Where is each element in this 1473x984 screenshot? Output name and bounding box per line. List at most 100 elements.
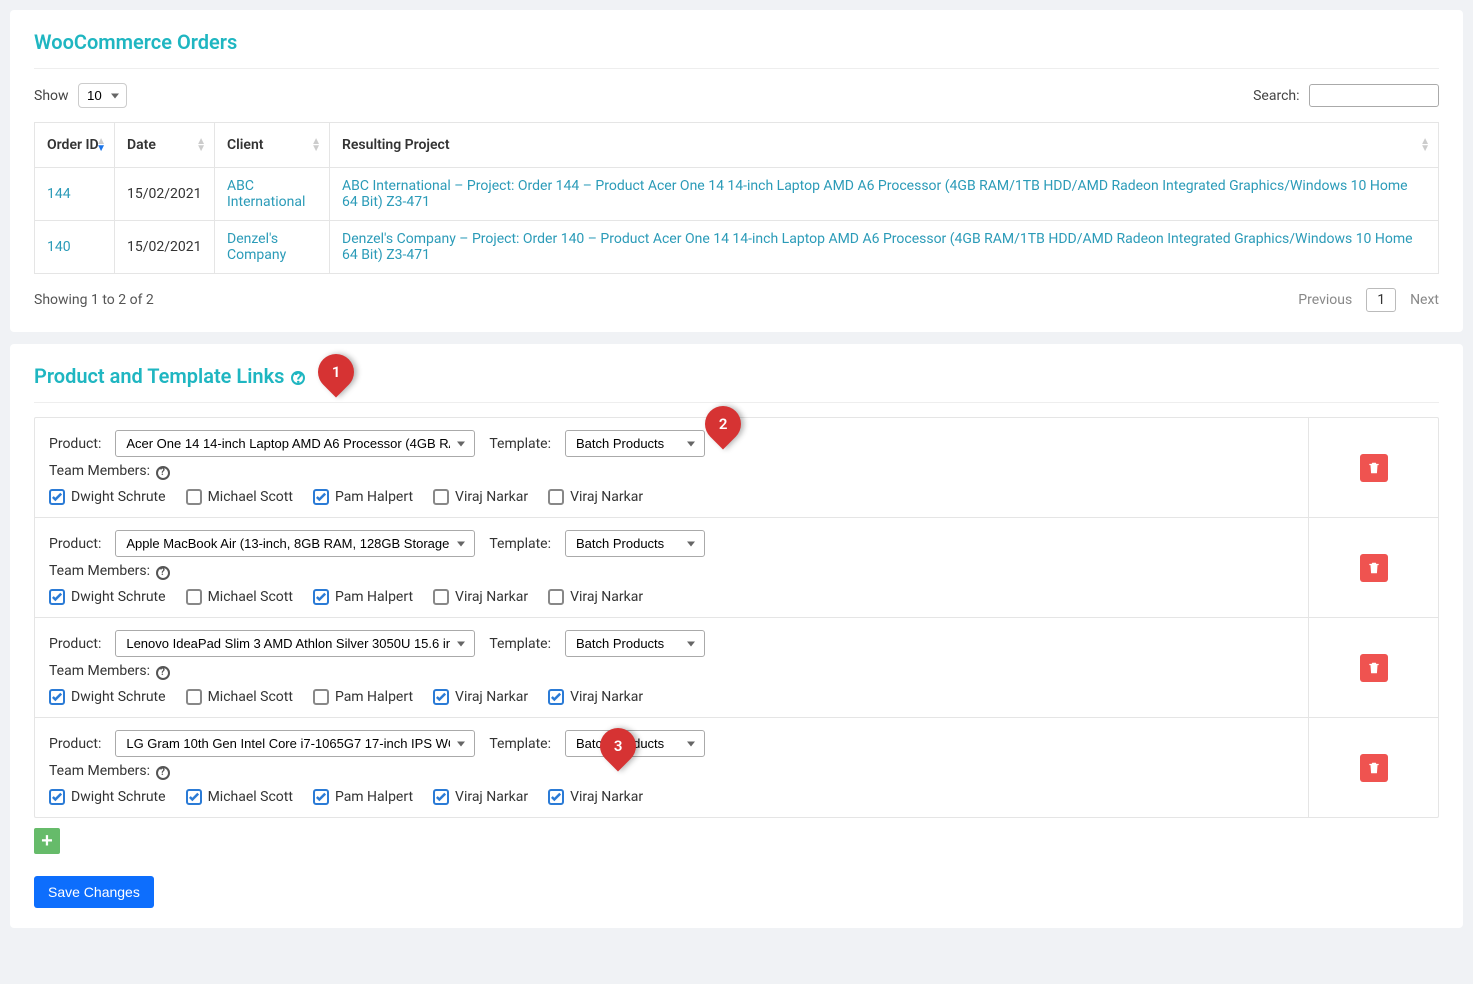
team-member[interactable]: Viraj Narkar [433,589,528,605]
template-select[interactable]: Batch Products [565,430,705,457]
col-client[interactable]: Client ▲▼ [215,123,330,168]
project-link[interactable]: ABC International – Project: Order 144 –… [342,178,1408,210]
checkbox[interactable] [49,489,65,505]
template-label: Template: [489,536,551,552]
template-select[interactable]: Batch Products [565,630,705,657]
team-member[interactable]: Pam Halpert [313,489,413,505]
team-member[interactable]: Michael Scott [186,789,293,805]
checkbox[interactable] [49,789,65,805]
checkbox[interactable] [186,589,202,605]
team-member[interactable]: Pam Halpert [313,689,413,705]
help-icon[interactable]: ? [156,766,170,780]
team-member[interactable]: Viraj Narkar [433,789,528,805]
showing-text: Showing 1 to 2 of 2 [34,292,154,308]
product-select[interactable]: Acer One 14 14-inch Laptop AMD A6 Proces… [115,430,475,457]
delete-button[interactable] [1360,754,1388,782]
col-project[interactable]: Resulting Project ▲▼ [330,123,1439,168]
team-member[interactable]: Michael Scott [186,589,293,605]
checkbox[interactable] [49,589,65,605]
client-link[interactable]: Denzel's Company [227,231,286,263]
member-name: Michael Scott [208,689,293,705]
product-select[interactable]: Lenovo IdeaPad Slim 3 AMD Athlon Silver … [115,630,475,657]
member-name: Viraj Narkar [570,689,643,705]
checkbox[interactable] [548,589,564,605]
delete-button[interactable] [1360,654,1388,682]
order-id-link[interactable]: 140 [47,239,71,255]
col-date[interactable]: Date ▲▼ [115,123,215,168]
product-label: Product: [49,536,101,552]
help-icon[interactable]: ? [156,666,170,680]
team-member[interactable]: Pam Halpert [313,789,413,805]
checkbox[interactable] [433,789,449,805]
member-name: Viraj Narkar [455,789,528,805]
team-member[interactable]: Michael Scott [186,489,293,505]
sort-icon: ▲▼ [96,138,106,152]
delete-button[interactable] [1360,554,1388,582]
team-member[interactable]: Viraj Narkar [548,489,643,505]
team-member[interactable]: Viraj Narkar [433,689,528,705]
orders-panel: WooCommerce Orders Show 10 Search: Order… [10,10,1463,332]
team-member[interactable]: Viraj Narkar [548,789,643,805]
search-input[interactable] [1309,84,1439,107]
order-id-link[interactable]: 144 [47,186,71,202]
team-member[interactable]: Dwight Schrute [49,489,166,505]
add-row-button[interactable]: + [34,828,60,854]
save-button[interactable]: Save Changes [34,876,154,908]
member-name: Michael Scott [208,489,293,505]
team-member[interactable]: Dwight Schrute [49,689,166,705]
checkbox[interactable] [548,789,564,805]
product-select[interactable]: Apple MacBook Air (13-inch, 8GB RAM, 128… [115,530,475,557]
pager-prev[interactable]: Previous [1298,292,1352,308]
checkbox[interactable] [313,689,329,705]
team-member[interactable]: Michael Scott [186,689,293,705]
team-member[interactable]: Dwight Schrute [49,789,166,805]
product-label: Product: [49,436,101,452]
product-select[interactable]: LG Gram 10th Gen Intel Core i7-1065G7 17… [115,730,475,757]
checkbox[interactable] [186,789,202,805]
link-row: Product:LG Gram 10th Gen Intel Core i7-1… [35,718,1438,817]
checkbox[interactable] [186,689,202,705]
col-order-id[interactable]: Order ID ▲▼ [35,123,115,168]
checkbox[interactable] [313,489,329,505]
pager-page-1[interactable]: 1 [1366,288,1396,312]
delete-button[interactable] [1360,454,1388,482]
template-select[interactable]: Batch Products [565,530,705,557]
show-label: Show [34,88,69,104]
pager-next[interactable]: Next [1410,292,1439,308]
search-control: Search: [1253,84,1439,107]
checkbox[interactable] [433,689,449,705]
links-title: Product and Template Links ? [34,364,1439,403]
team-members-label: Team Members: [49,763,150,779]
team-member[interactable]: Pam Halpert [313,589,413,605]
checkbox[interactable] [548,489,564,505]
checkbox[interactable] [313,789,329,805]
show-select[interactable]: 10 [78,83,127,108]
checkbox[interactable] [433,589,449,605]
sort-icon: ▲▼ [311,138,321,152]
template-label: Template: [489,636,551,652]
checkbox[interactable] [186,489,202,505]
help-icon[interactable]: ? [291,371,305,385]
callout-2: 2 [705,406,741,450]
checkbox[interactable] [313,589,329,605]
member-name: Dwight Schrute [71,689,166,705]
checkbox[interactable] [548,689,564,705]
orders-table: Order ID ▲▼ Date ▲▼ Client ▲▼ Resulting … [34,122,1439,274]
order-date: 15/02/2021 [115,168,215,221]
member-name: Pam Halpert [335,789,413,805]
link-row: Product:Lenovo IdeaPad Slim 3 AMD Athlon… [35,618,1438,718]
client-link[interactable]: ABC International [227,178,305,210]
order-date: 15/02/2021 [115,221,215,274]
team-member[interactable]: Viraj Narkar [548,689,643,705]
team-member[interactable]: Viraj Narkar [548,589,643,605]
show-control: Show 10 [34,83,127,108]
orders-title: WooCommerce Orders [34,30,1439,69]
team-member[interactable]: Viraj Narkar [433,489,528,505]
help-icon[interactable]: ? [156,466,170,480]
team-member[interactable]: Dwight Schrute [49,589,166,605]
project-link[interactable]: Denzel's Company – Project: Order 140 – … [342,231,1413,263]
help-icon[interactable]: ? [156,566,170,580]
member-name: Pam Halpert [335,489,413,505]
checkbox[interactable] [433,489,449,505]
checkbox[interactable] [49,689,65,705]
